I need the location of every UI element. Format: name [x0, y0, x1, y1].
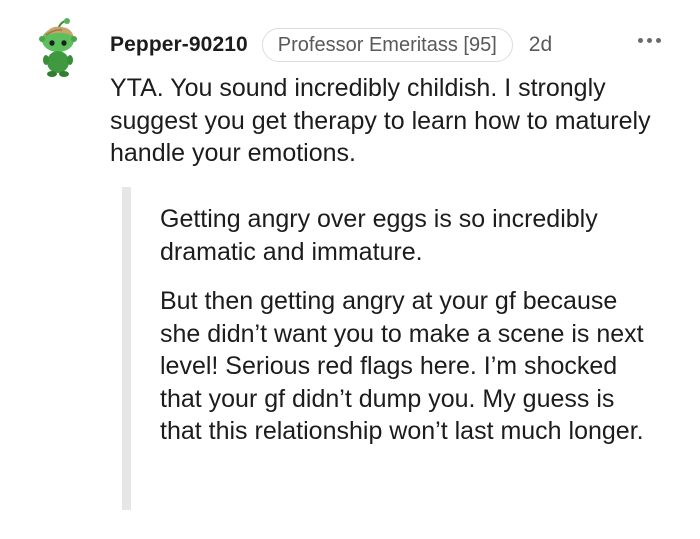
more-dot	[638, 38, 643, 43]
blockquote-paragraph: But then getting angry at your gf becaus…	[160, 287, 644, 445]
snoo-avatar-icon	[39, 18, 77, 77]
avatar[interactable]	[36, 16, 82, 78]
more-dot	[647, 38, 652, 43]
comment: Pepper-90210 Professor Emeritass [95] 2d…	[0, 0, 700, 539]
blockquote-paragraph: Getting angry over eggs is so incredibly…	[160, 205, 598, 266]
more-dot	[656, 38, 661, 43]
comment-timestamp[interactable]: 2d	[529, 33, 552, 57]
comment-body: YTA. You sound incredibly childish. I st…	[110, 74, 651, 167]
blockquote-bar	[122, 187, 131, 510]
user-flair-badge: Professor Emeritass [95]	[261, 28, 513, 62]
username-link[interactable]: Pepper-90210	[110, 33, 248, 57]
more-options-icon[interactable]	[638, 38, 661, 43]
comment-header: Pepper-90210 Professor Emeritass [95] 2d	[110, 28, 552, 62]
